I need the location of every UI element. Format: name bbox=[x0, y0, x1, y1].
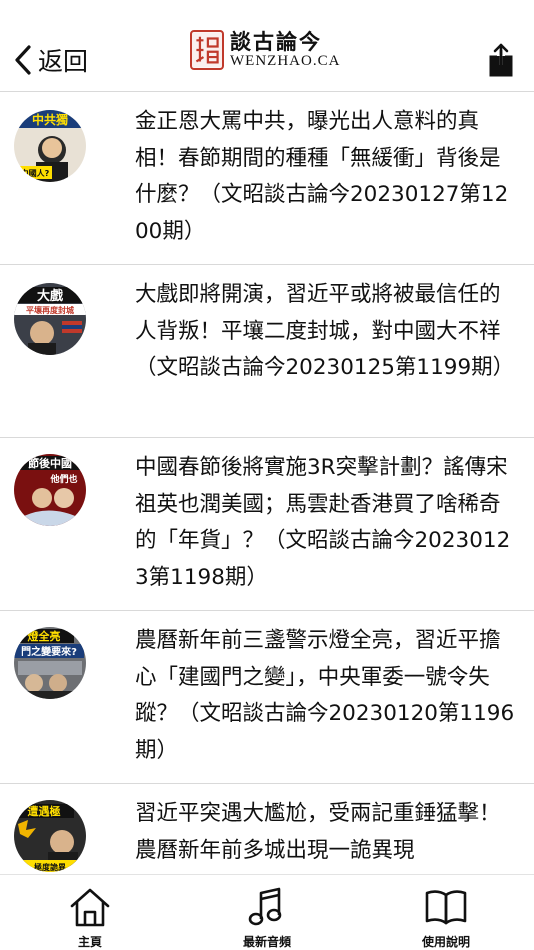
logo-chinese-text: 談古論今 bbox=[230, 29, 322, 54]
site-logo: 談古論今 WENZHAO.CA bbox=[190, 28, 340, 72]
article-thumbnail: 燈全亮 門之變要來? bbox=[14, 627, 86, 699]
tab-help[interactable]: 使用說明 bbox=[386, 885, 506, 950]
logo-english-text: WENZHAO.CA bbox=[230, 53, 341, 69]
thumbnail-caption: 他們也 bbox=[49, 473, 77, 485]
article-title: 習近平突遇大尷尬，受兩記重錘猛擊！農曆新年前多城出現一詭異現 bbox=[135, 801, 501, 863]
tab-home-label: 主頁 bbox=[77, 935, 102, 949]
list-item[interactable]: 遭遇極 極度詭異 習近平突遇大尷尬，受兩記重錘猛擊！農曆新年前多城出現一詭異現 bbox=[0, 784, 534, 874]
thumbnail-caption: 門之變要來? bbox=[21, 645, 77, 658]
back-button[interactable]: 返回 bbox=[12, 40, 88, 80]
music-note-icon bbox=[248, 887, 282, 926]
logo-seal bbox=[190, 30, 224, 70]
tab-home[interactable]: 主頁 bbox=[30, 885, 150, 950]
list-item[interactable]: 中共獨 中國人? 金正恩大罵中共，曝光出人意料的真相！春節期間的種種「無緩衝」背… bbox=[0, 92, 534, 265]
article-title: 大戲即將開演，習近平或將被最信任的人背叛！平壤二度封城，對中國大不祥（文昭談古論… bbox=[135, 282, 515, 380]
article-thumbnail: 遭遇極 極度詭異 bbox=[14, 800, 86, 872]
article-thumbnail: 中共獨 中國人? bbox=[14, 110, 86, 182]
thumbnail-caption: 極度詭異 bbox=[33, 862, 66, 872]
thumbnail-caption: 節後中國 bbox=[28, 456, 72, 470]
article-title: 農曆新年前三盞警示燈全亮，習近平擔心「建國門之變」，中央軍委一號令失蹤？（文昭談… bbox=[135, 628, 515, 763]
tab-latest-audio-label: 最新音頻 bbox=[242, 935, 291, 949]
thumbnail-caption: 中國人? bbox=[21, 168, 50, 178]
thumbnail-caption: 燈全亮 bbox=[28, 629, 61, 643]
article-list: 中共獨 中國人? 金正恩大罵中共，曝光出人意料的真相！春節期間的種種「無緩衝」背… bbox=[0, 92, 534, 874]
bottom-tab-bar: 主頁 最新音頻 使用說明 bbox=[0, 874, 534, 950]
article-thumbnail: 節後中國 他們也 bbox=[14, 454, 86, 526]
tab-latest-audio[interactable]: 最新音頻 bbox=[207, 885, 327, 950]
home-icon bbox=[70, 888, 110, 927]
list-item[interactable]: 燈全亮 門之變要來? 農曆新年前三盞警示燈全亮，習近平擔心「建國門之變」，中央軍… bbox=[0, 611, 534, 784]
article-title: 金正恩大罵中共，曝光出人意料的真相！春節期間的種種「無緩衝」背後是什麼？（文昭談… bbox=[135, 109, 509, 244]
thumbnail-caption: 平壤再度封城 bbox=[26, 305, 74, 315]
share-button[interactable] bbox=[486, 42, 516, 78]
book-icon bbox=[425, 890, 467, 925]
thumbnail-caption: 遭遇極 bbox=[28, 804, 61, 818]
back-label: 返回 bbox=[38, 47, 89, 76]
article-title: 中國春節後將實施3R突擊計劃？謠傳宋祖英也潤美國；馬雲赴香港買了啥稀奇的「年貨」… bbox=[135, 455, 511, 590]
share-icon bbox=[489, 43, 513, 77]
thumbnail-caption: 大戲 bbox=[37, 288, 64, 304]
chevron-left-icon bbox=[15, 45, 31, 75]
thumbnail-caption: 中共獨 bbox=[32, 112, 68, 127]
tab-help-label: 使用說明 bbox=[421, 935, 470, 949]
article-thumbnail: 大戲 平壤再度封城 bbox=[14, 283, 86, 355]
list-item[interactable]: 大戲 平壤再度封城 大戲即將開演，習近平或將被最信任的人背叛！平壤二度封城，對中… bbox=[0, 265, 534, 438]
top-navigation-bar: 返回 談古論今 WENZHAO.CA bbox=[0, 0, 534, 92]
list-item[interactable]: 節後中國 他們也 中國春節後將實施3R突擊計劃？謠傳宋祖英也潤美國；馬雲赴香港買… bbox=[0, 438, 534, 611]
